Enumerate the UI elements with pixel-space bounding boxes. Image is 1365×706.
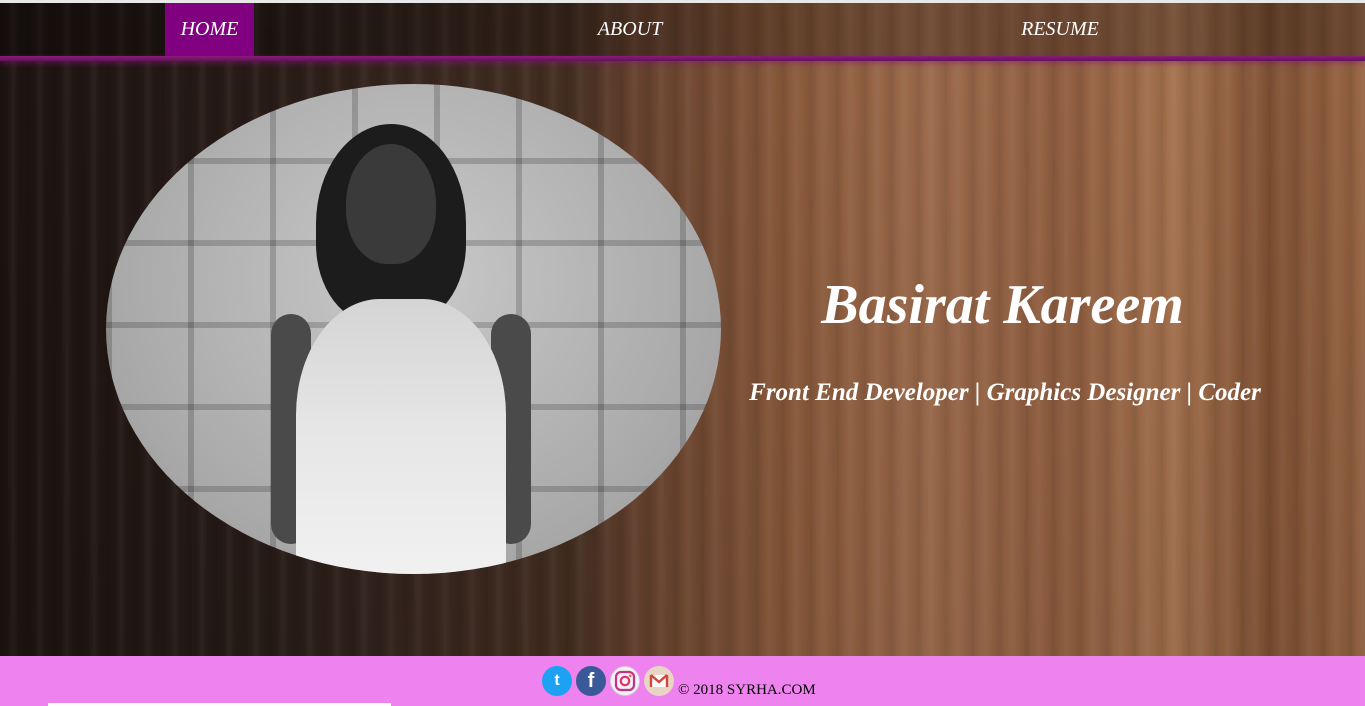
- photo-dress: [296, 299, 506, 574]
- nav-about-link[interactable]: ABOUT: [585, 3, 675, 56]
- nav-underline: [0, 56, 1365, 61]
- nav-resume-link[interactable]: RESUME: [1005, 3, 1115, 56]
- instagram-glyph: [614, 670, 636, 692]
- profile-photo: [106, 84, 721, 574]
- photo-face: [346, 144, 436, 264]
- gmail-glyph: [649, 674, 669, 687]
- gmail-icon[interactable]: [644, 666, 674, 696]
- twitter-icon[interactable]: t: [542, 666, 572, 696]
- hero-tagline: Front End Developer | Graphics Designer …: [749, 379, 1261, 406]
- navbar: HOME ABOUT RESUME: [0, 3, 1365, 56]
- nav-home-link[interactable]: HOME: [165, 3, 254, 56]
- facebook-icon[interactable]: f: [576, 666, 606, 696]
- instagram-icon[interactable]: [610, 666, 640, 696]
- hero-name: Basirat Kareem: [821, 274, 1184, 336]
- hero-section: HOME ABOUT RESUME Basirat Kareem Front E…: [0, 3, 1365, 656]
- copyright-text: © 2018 SYRHA.COM: [678, 682, 816, 698]
- footer: t f © 2018 SYRHA.COM: [0, 656, 1365, 706]
